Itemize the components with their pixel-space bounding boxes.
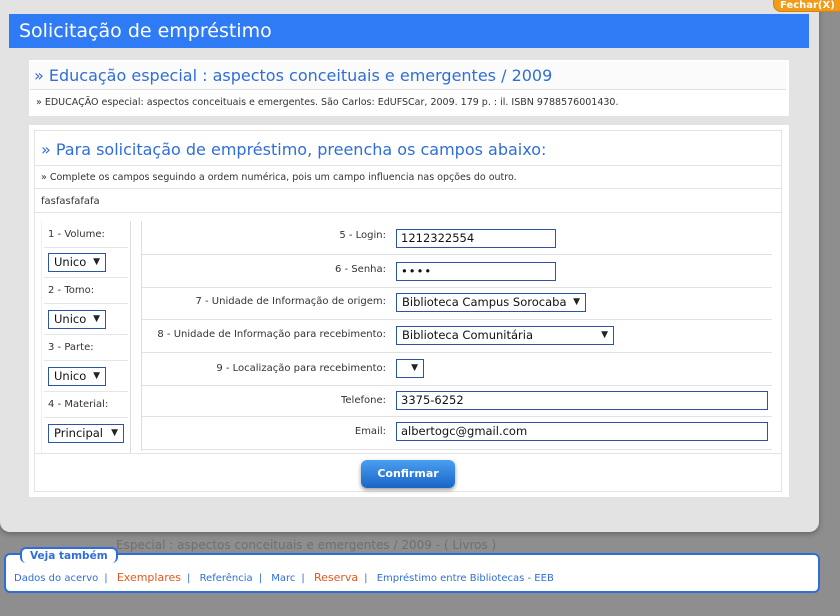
tomo-label: 2 - Tomo: — [48, 285, 95, 296]
receiving-unit-select[interactable]: Biblioteca Comunitária ▼ — [396, 326, 614, 345]
chevron-down-icon: ▼ — [93, 371, 100, 381]
material-label: 4 - Material: — [48, 399, 109, 410]
phone-label: Telefone: — [341, 395, 386, 406]
link-referencia[interactable]: Referência — [200, 573, 253, 584]
material-select[interactable]: Principal ▼ — [48, 424, 124, 443]
background-result-text: Especial : aspectos conceituais e emerge… — [116, 538, 497, 552]
origin-unit-value: Biblioteca Campus Sorocaba — [402, 295, 567, 309]
link-dados-acervo[interactable]: Dados do acervo — [14, 573, 98, 584]
receiving-unit-label: 8 - Unidade de Informação para recebimen… — [157, 329, 386, 340]
login-row: 5 - Login: 1212322554 — [142, 221, 772, 255]
divider — [44, 247, 128, 248]
form-hint: » Complete os campos seguindo a ordem nu… — [35, 167, 781, 189]
submit-area: Confirmar — [35, 453, 781, 492]
location-select[interactable]: ▼ — [396, 359, 424, 378]
chevron-down-icon: ▼ — [411, 363, 418, 373]
divider — [44, 334, 128, 335]
receiving-unit-value: Biblioteca Comunitária — [402, 328, 533, 342]
user-data-column: 5 - Login: 1212322554 6 - Senha: •••• 7 … — [141, 221, 774, 451]
chevron-down-icon: ▼ — [93, 314, 100, 324]
email-label: Email: — [354, 426, 386, 437]
email-row: Email: albertogc@gmail.com — [142, 416, 772, 450]
dialog-title: Solicitação de empréstimo — [9, 14, 809, 48]
item-selection-column: 1 - Volume: Unico ▼ 2 - Tomo: Unico ▼ 3 … — [41, 221, 131, 453]
link-exemplares[interactable]: Exemplares — [117, 571, 181, 584]
chevron-down-icon: ▼ — [111, 428, 118, 438]
see-also-title: Veja também — [20, 547, 118, 563]
password-row: 6 - Senha: •••• — [142, 254, 772, 288]
loan-request-dialog: Solicitação de empréstimo Fechar(X) » Ed… — [0, 0, 840, 532]
receiving-unit-row: 8 - Unidade de Informação para recebimen… — [142, 319, 772, 353]
chevron-down-icon: ▼ — [573, 297, 580, 307]
separator: | — [364, 573, 368, 584]
book-title: » Educação especial : aspectos conceitua… — [30, 62, 786, 90]
location-row: 9 - Localização para recebimento: ▼ — [142, 352, 772, 386]
link-marc[interactable]: Marc — [271, 573, 295, 584]
location-label: 9 - Localização para recebimento: — [216, 363, 386, 374]
separator: | — [187, 573, 191, 584]
separator: | — [301, 573, 305, 584]
separator: | — [104, 573, 108, 584]
email-input[interactable]: albertogc@gmail.com — [396, 422, 768, 441]
chevron-down-icon: ▼ — [93, 257, 100, 267]
password-label: 6 - Senha: — [334, 264, 386, 275]
volume-value: Unico — [54, 255, 87, 269]
parte-label: 3 - Parte: — [48, 342, 94, 353]
see-also-box: Veja também Dados do acervo | Exemplares |… — [4, 547, 820, 593]
loan-form: » Para solicitação de empréstimo, preenc… — [34, 130, 782, 492]
separator: | — [258, 573, 263, 584]
form-note: fasfasfafafa — [35, 191, 781, 213]
parte-value: Unico — [54, 369, 87, 383]
divider — [44, 417, 128, 418]
loan-form-panel: » Para solicitação de empréstimo, preenc… — [29, 125, 789, 497]
origin-unit-select[interactable]: Biblioteca Campus Sorocaba ▼ — [396, 293, 586, 312]
password-input[interactable]: •••• — [396, 262, 556, 281]
confirm-button[interactable]: Confirmar — [361, 460, 455, 488]
see-also-links: Dados do acervo | Exemplares | Referência |… — [14, 571, 554, 584]
divider — [44, 303, 128, 304]
volume-label: 1 - Volume: — [48, 229, 105, 240]
chevron-down-icon: ▼ — [601, 330, 608, 340]
login-input[interactable]: 1212322554 — [396, 229, 556, 248]
login-label: 5 - Login: — [339, 230, 386, 241]
tomo-value: Unico — [54, 312, 87, 326]
volume-select[interactable]: Unico ▼ — [48, 253, 106, 272]
book-reference: » EDUCAÇÃO especial: aspectos conceituai… — [36, 97, 619, 108]
parte-select[interactable]: Unico ▼ — [48, 367, 106, 386]
phone-input[interactable]: 3375-6252 — [396, 391, 768, 410]
link-eeb[interactable]: Empréstimo entre Bibliotecas - EEB — [377, 573, 554, 584]
link-reserva[interactable]: Reserva — [314, 571, 358, 584]
divider — [44, 360, 128, 361]
form-title: » Para solicitação de empréstimo, preenc… — [35, 134, 781, 166]
material-value: Principal — [54, 426, 104, 440]
divider — [44, 277, 128, 278]
origin-unit-label: 7 - Unidade de Informação de origem: — [195, 296, 386, 307]
tomo-select[interactable]: Unico ▼ — [48, 310, 106, 329]
close-button[interactable]: Fechar(X) — [773, 0, 840, 12]
book-info-panel: » Educação especial : aspectos conceitua… — [29, 60, 789, 116]
phone-row: Telefone: 3375-6252 — [142, 385, 772, 417]
divider — [44, 391, 128, 392]
origin-unit-row: 7 - Unidade de Informação de origem: Bib… — [142, 287, 772, 320]
